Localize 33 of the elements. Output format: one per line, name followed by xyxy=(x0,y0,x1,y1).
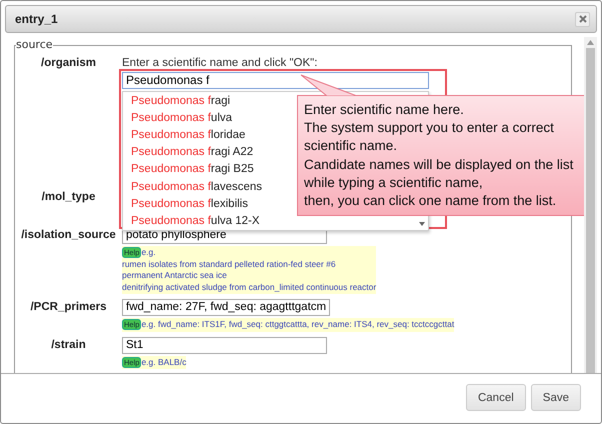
callout-text: Enter scientific name here. The system support you to enter a correct scientific name. Candidate names will be displayed on the list while typing a scientific name, then, you can click one name from the list. xyxy=(304,101,574,210)
close-icon xyxy=(578,15,586,23)
scroll-thumb[interactable] xyxy=(586,48,595,373)
field-label: /mol_type xyxy=(40,190,96,205)
suggestion-item[interactable]: Pseudomonas fragi B25 xyxy=(131,162,254,176)
text-input[interactable]: St1 xyxy=(122,336,327,354)
help-text: rumen isolates from standard pelleted ration-fed steer #6 xyxy=(122,258,336,270)
suggestion-item[interactable]: Pseudomonas fragi xyxy=(131,94,230,108)
help-text: denitrifying activated sludge from carbon_limited continuous reactor xyxy=(122,282,376,293)
dialog-button[interactable]: Save xyxy=(530,384,581,411)
up-arrow-icon xyxy=(587,40,594,45)
prompt-text: Enter a scientific name and click "OK": xyxy=(122,56,318,69)
window-title: entry_1 xyxy=(15,12,58,26)
suggestion-item[interactable]: Pseudomonas fragi A22 xyxy=(131,145,254,160)
help-text: e.g. xyxy=(141,247,156,258)
organism-input[interactable]: Pseudomonas f xyxy=(122,72,429,89)
suggestion-item[interactable]: Pseudomonas floridae xyxy=(131,128,246,142)
field-label: /isolation_source xyxy=(20,228,117,243)
text-input[interactable]: fwd_name: 27F, fwd_seq: agagtttgatcm xyxy=(122,299,330,316)
down-arrow-icon[interactable] xyxy=(419,222,425,226)
close-button[interactable] xyxy=(575,12,590,26)
dialog-button[interactable]: Cancel xyxy=(466,384,526,411)
field-label: /strain xyxy=(50,338,87,352)
help-text: permanent Antarctic sea ice xyxy=(122,270,227,282)
help-text: e.g. fwd_name: ITS1F, fwd_seq: cttggtcattta, rev_name: ITS4, rev_seq: tcctccgcttat xyxy=(141,319,454,330)
suggestion-item[interactable]: Pseudomonas fulva 12-X xyxy=(131,214,260,228)
help-text: e.g. BALB/c xyxy=(141,356,186,368)
field-label: /PCR_primers xyxy=(29,300,108,315)
suggestion-item[interactable]: Pseudomonas flavescens xyxy=(131,180,262,194)
scrollbar[interactable] xyxy=(584,37,597,373)
suggestion-item[interactable]: Pseudomonas flexibilis xyxy=(131,196,248,211)
field-label: /organism xyxy=(40,56,97,71)
suggestion-item[interactable]: Pseudomonas fulva xyxy=(131,110,232,125)
